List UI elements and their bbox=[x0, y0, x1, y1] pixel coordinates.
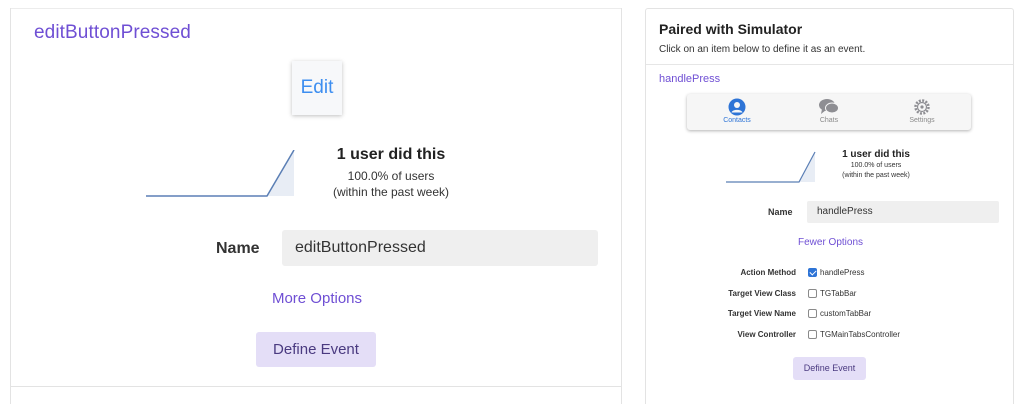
event-stats: 1 user did this 100.0% of users (within … bbox=[316, 146, 466, 200]
option-value-view-controller: TGMainTabsController bbox=[820, 330, 901, 339]
user-percent: 100.0% of users bbox=[347, 169, 435, 183]
divider bbox=[11, 386, 621, 387]
time-period: (within the past week) bbox=[332, 185, 450, 199]
user-count: 1 user did this bbox=[336, 146, 446, 163]
simulator-panel: Paired with Simulator Click on an item b… bbox=[645, 8, 1014, 404]
more-options-link[interactable]: More Options bbox=[11, 290, 623, 307]
tab-settings[interactable]: Settings bbox=[892, 98, 952, 124]
event-detail-panel: editButtonPressed Edit 1 user did this 1… bbox=[10, 8, 622, 404]
event-title: handlePress bbox=[659, 73, 721, 85]
activity-sparkline bbox=[726, 151, 816, 183]
tab-label: Chats bbox=[819, 117, 839, 124]
user-count: 1 user did this bbox=[842, 149, 910, 160]
option-value-action-method: handlePress bbox=[820, 268, 865, 277]
option-label-target-view-name: Target View Name bbox=[727, 309, 796, 318]
option-value-target-view-name: customTabBar bbox=[820, 309, 872, 318]
event-title: editButtonPressed bbox=[34, 22, 191, 43]
option-label-action-method: Action Method bbox=[740, 268, 796, 277]
event-name-field[interactable]: handlePress bbox=[807, 201, 999, 223]
person-icon bbox=[707, 98, 767, 116]
time-period: (within the past week) bbox=[842, 172, 910, 179]
sparkline-line bbox=[146, 150, 295, 197]
user-percent: 100.0% of users bbox=[850, 162, 902, 169]
chat-bubbles-icon bbox=[799, 98, 859, 116]
gear-icon bbox=[892, 98, 952, 116]
tab-chats[interactable]: Chats bbox=[799, 98, 859, 124]
thumbnail-text: Edit bbox=[300, 77, 334, 98]
panel-title: Paired with Simulator bbox=[659, 21, 803, 37]
checkbox-action-method[interactable] bbox=[808, 268, 817, 277]
fewer-options-link[interactable]: Fewer Options bbox=[646, 237, 1013, 248]
element-screenshot-thumbnail: Edit bbox=[292, 61, 342, 115]
panel-header: Paired with Simulator Click on an item b… bbox=[646, 9, 1013, 65]
tab-label: Contacts bbox=[723, 117, 751, 124]
event-name-field[interactable]: editButtonPressed bbox=[282, 230, 598, 266]
name-label: Name bbox=[768, 207, 793, 217]
tab-label: Settings bbox=[909, 117, 935, 124]
option-label-target-view-class: Target View Class bbox=[728, 289, 796, 298]
option-value-target-view-class: TGTabBar bbox=[820, 289, 857, 298]
define-event-button[interactable]: Define Event bbox=[256, 332, 376, 367]
sparkline-line bbox=[726, 151, 816, 183]
tab-contacts[interactable]: Contacts bbox=[707, 98, 767, 124]
checkbox-target-view-class[interactable] bbox=[808, 289, 817, 298]
event-stats: 1 user did this 100.0% of users (within … bbox=[826, 149, 926, 181]
panel-subtitle: Click on an item below to define it as a… bbox=[659, 44, 866, 55]
divider bbox=[11, 8, 621, 9]
option-label-view-controller: View Controller bbox=[737, 330, 796, 339]
define-event-button[interactable]: Define Event bbox=[793, 357, 866, 380]
activity-sparkline bbox=[146, 150, 295, 197]
name-label: Name bbox=[216, 240, 260, 257]
simulator-tab-bar[interactable]: Contacts Chats Settings bbox=[687, 94, 971, 130]
checkbox-view-controller[interactable] bbox=[808, 330, 817, 339]
checkbox-target-view-name[interactable] bbox=[808, 309, 817, 318]
